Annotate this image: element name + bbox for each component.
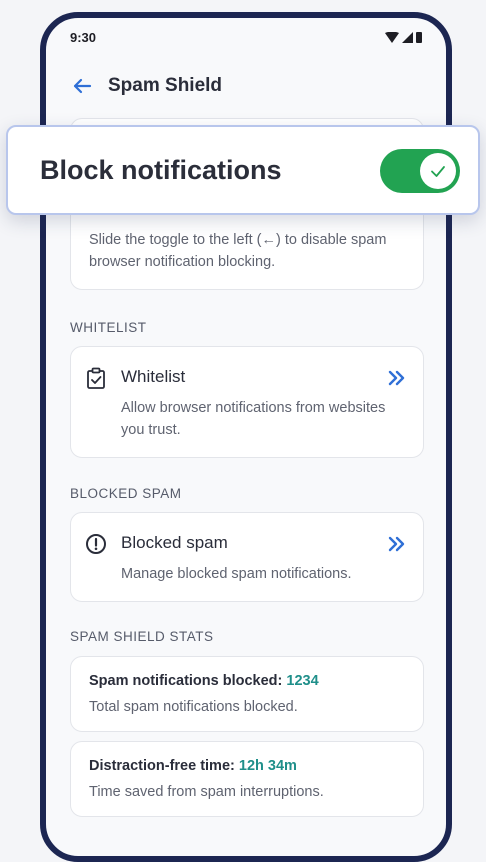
whitelist-title: Whitelist — [121, 367, 186, 386]
stat-value: 12h 34m — [238, 758, 297, 774]
wifi-icon — [385, 31, 399, 43]
stat-description: Time saved from spam interruptions. — [89, 784, 324, 800]
blocked-spam-card[interactable]: Blocked spam Manage blocked spam notific… — [70, 512, 424, 602]
stat-value: 1234 — [286, 673, 319, 689]
app-bar: Spam Shield — [70, 68, 222, 104]
block-notifications-callout: Block notifications — [6, 125, 480, 215]
stat-card-distraction-free: Distraction-free time: 12h 34m Time save… — [70, 741, 424, 817]
stat-label: Distraction-free time: — [89, 758, 235, 774]
block-notifications-toggle[interactable] — [380, 149, 460, 193]
whitelist-description: Allow browser notifications from website… — [121, 400, 386, 438]
status-icons — [385, 31, 422, 43]
double-chevron-right-icon[interactable] — [387, 535, 407, 553]
stats-section-header: SPAM SHIELD STATS — [70, 629, 214, 644]
signal-icon — [402, 31, 413, 43]
toggle-knob[interactable] — [420, 153, 456, 189]
back-button[interactable] — [70, 74, 94, 98]
blocked-spam-section-header: BLOCKED SPAM — [70, 486, 182, 501]
stat-line: Distraction-free time: 12h 34m — [89, 758, 297, 774]
stat-label: Spam notifications blocked: — [89, 673, 283, 689]
stat-card-spam-blocked: Spam notifications blocked: 1234 Total s… — [70, 656, 424, 732]
blocked-spam-description: Manage blocked spam notifications. — [121, 566, 352, 582]
check-icon — [431, 166, 445, 177]
battery-icon — [416, 32, 422, 43]
block-notifications-label: Block notifications — [40, 155, 282, 185]
whitelist-section-header: WHITELIST — [70, 320, 147, 335]
whitelist-card[interactable]: Whitelist Allow browser notifications fr… — [70, 346, 424, 458]
status-time: 9:30 — [70, 30, 97, 45]
clipboard-check-icon — [87, 367, 105, 389]
double-chevron-right-icon[interactable] — [387, 369, 407, 387]
page-title: Spam Shield — [108, 75, 223, 96]
stat-line: Spam notifications blocked: 1234 — [89, 673, 319, 689]
blocked-spam-title: Blocked spam — [121, 533, 228, 552]
back-arrow-icon — [73, 78, 92, 94]
stat-description: Total spam notifications blocked. — [89, 699, 298, 715]
alert-circle-icon — [86, 534, 106, 554]
block-notifications-description: Slide the toggle to the left (←) to disa… — [89, 232, 387, 270]
